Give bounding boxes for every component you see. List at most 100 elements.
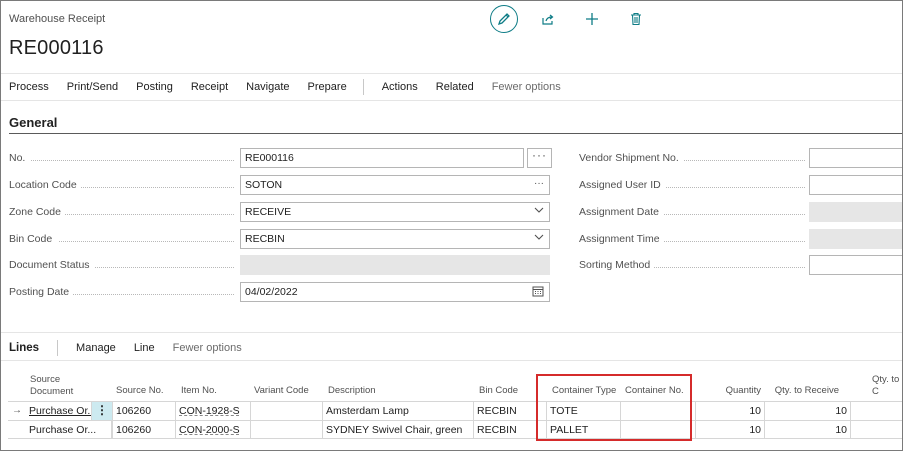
sorting-method-label: Sorting Method	[579, 259, 655, 271]
add-icon[interactable]	[578, 5, 606, 33]
container-no-cell[interactable]	[621, 421, 696, 439]
sorting-method-select[interactable]	[809, 255, 902, 275]
vendor-shipment-no-label: Vendor Shipment No.	[579, 152, 683, 164]
quantity-cell[interactable]: 10	[696, 402, 765, 420]
share-icon[interactable]	[534, 5, 562, 33]
col-quantity[interactable]: Quantity	[701, 385, 761, 397]
user-dots	[661, 187, 805, 188]
zone-code-value: RECEIVE	[245, 206, 292, 218]
col-source-no[interactable]: Source No.	[116, 385, 164, 397]
page-header: Warehouse Receipt RE000116	[1, 1, 902, 73]
no-field[interactable]: RE000116	[240, 148, 524, 168]
menu-navigate[interactable]: Navigate	[246, 81, 289, 93]
general-section-title[interactable]: General	[9, 115, 57, 130]
page-title: RE000116	[9, 37, 104, 59]
table-row[interactable]: Purchase Or... 106260 CON-2000-S SYDNEY …	[8, 420, 902, 439]
col-variant-code[interactable]: Variant Code	[254, 385, 309, 397]
variant-code-cell[interactable]	[251, 402, 323, 420]
lines-divider-bottom	[1, 360, 902, 361]
assignment-date-field	[809, 202, 902, 222]
zone-dots	[65, 214, 234, 215]
description-cell[interactable]: SYDNEY Swivel Chair, green	[323, 421, 474, 439]
menu-receipt[interactable]: Receipt	[191, 81, 228, 93]
menu-actions[interactable]: Actions	[382, 81, 418, 93]
col-qty-to-cross-dock[interactable]: Qty. to C	[872, 374, 902, 398]
location-code-field[interactable]: SOTON ···	[240, 175, 550, 195]
bin-code-label: Bin Code	[9, 233, 57, 245]
assign-date-dots	[659, 214, 805, 215]
col-bin-code[interactable]: Bin Code	[479, 385, 518, 397]
menu-prepare[interactable]: Prepare	[308, 81, 347, 93]
posting-date-field[interactable]: 04/02/2022	[240, 282, 550, 302]
vendor-shipment-no-field[interactable]	[809, 148, 902, 168]
sorting-dots	[653, 267, 805, 268]
assign-time-dots	[659, 241, 805, 242]
zone-code-select[interactable]: RECEIVE	[240, 202, 550, 222]
menu-related[interactable]: Related	[436, 81, 474, 93]
location-dots	[79, 187, 234, 188]
header-toolbar	[490, 5, 650, 33]
container-type-cell[interactable]: TOTE	[547, 402, 621, 420]
assigned-user-id-label: Assigned User ID	[579, 179, 665, 191]
qty-to-receive-cell[interactable]: 10	[765, 402, 851, 420]
col-container-type[interactable]: Container Type	[552, 385, 616, 397]
variant-code-cell[interactable]	[251, 421, 323, 439]
col-container-no[interactable]: Container No.	[625, 385, 684, 397]
chevron-down-icon	[534, 232, 544, 245]
docstatus-dots	[93, 267, 234, 268]
no-assist-button[interactable]: ···	[527, 148, 552, 168]
vendor-dots	[681, 160, 805, 161]
assignment-time-label: Assignment Time	[579, 233, 664, 245]
document-status-field	[240, 255, 550, 275]
col-description[interactable]: Description	[328, 385, 376, 397]
table-row[interactable]: → Purchase Or... ⋮ 106260 CON-1928-S Ams…	[8, 401, 902, 420]
document-status-label: Document Status	[9, 259, 94, 271]
calendar-icon[interactable]	[532, 285, 544, 300]
col-source-document[interactable]: Source Document	[30, 374, 110, 398]
bin-code-select[interactable]: RECBIN	[240, 229, 550, 249]
edit-icon[interactable]	[490, 5, 518, 33]
posting-date-label: Posting Date	[9, 286, 74, 298]
menu-posting[interactable]: Posting	[136, 81, 173, 93]
delete-icon[interactable]	[622, 5, 650, 33]
current-row-arrow-icon: →	[12, 405, 22, 416]
item-no-cell[interactable]: CON-1928-S	[176, 402, 251, 420]
bin-code-cell[interactable]: RECBIN	[474, 402, 547, 420]
assignment-time-field	[809, 229, 902, 249]
item-no-cell[interactable]: CON-2000-S	[176, 421, 251, 439]
lines-fewer-options-button[interactable]: Fewer options	[173, 342, 242, 354]
no-label: No.	[9, 152, 30, 164]
menu-process[interactable]: Process	[9, 81, 49, 93]
no-dots	[31, 160, 234, 161]
col-qty-to-receive[interactable]: Qty. to Receive	[770, 385, 839, 397]
bin-code-cell[interactable]: RECBIN	[474, 421, 547, 439]
breadcrumb: Warehouse Receipt	[9, 13, 106, 25]
lines-manage-menu[interactable]: Manage	[76, 342, 116, 354]
quantity-cell[interactable]: 10	[696, 421, 765, 439]
action-bar-divider	[362, 79, 364, 95]
lines-toolbar: Lines Manage Line Fewer options	[9, 338, 260, 358]
assignment-date-label: Assignment Date	[579, 206, 663, 218]
menu-print-send[interactable]: Print/Send	[67, 81, 118, 93]
description-cell[interactable]: Amsterdam Lamp	[323, 402, 474, 420]
lines-toolbar-divider	[57, 340, 59, 356]
container-no-cell[interactable]	[621, 402, 696, 420]
bin-code-value: RECBIN	[245, 233, 285, 245]
row-actions-icon[interactable]: ⋮	[92, 402, 112, 420]
source-document-cell[interactable]: Purchase Or...	[26, 402, 92, 420]
location-code-label: Location Code	[9, 179, 81, 191]
chevron-down-icon	[534, 205, 544, 218]
fewer-options-button[interactable]: Fewer options	[492, 81, 561, 93]
source-document-cell[interactable]: Purchase Or...	[26, 421, 112, 439]
assigned-user-id-field[interactable]	[809, 175, 902, 195]
ellipsis-icon[interactable]: ···	[534, 178, 544, 189]
source-no-cell[interactable]: 106260	[112, 421, 176, 439]
col-item-no[interactable]: Item No.	[181, 385, 217, 397]
qty-to-receive-cell[interactable]: 10	[765, 421, 851, 439]
lines-section-title[interactable]: Lines	[9, 342, 39, 354]
action-bar: Process Print/Send Posting Receipt Navig…	[1, 73, 902, 101]
container-type-cell[interactable]: PALLET	[547, 421, 621, 439]
source-no-cell[interactable]: 106260	[112, 402, 176, 420]
lines-line-menu[interactable]: Line	[134, 342, 155, 354]
posting-date-value: 04/02/2022	[245, 286, 298, 298]
